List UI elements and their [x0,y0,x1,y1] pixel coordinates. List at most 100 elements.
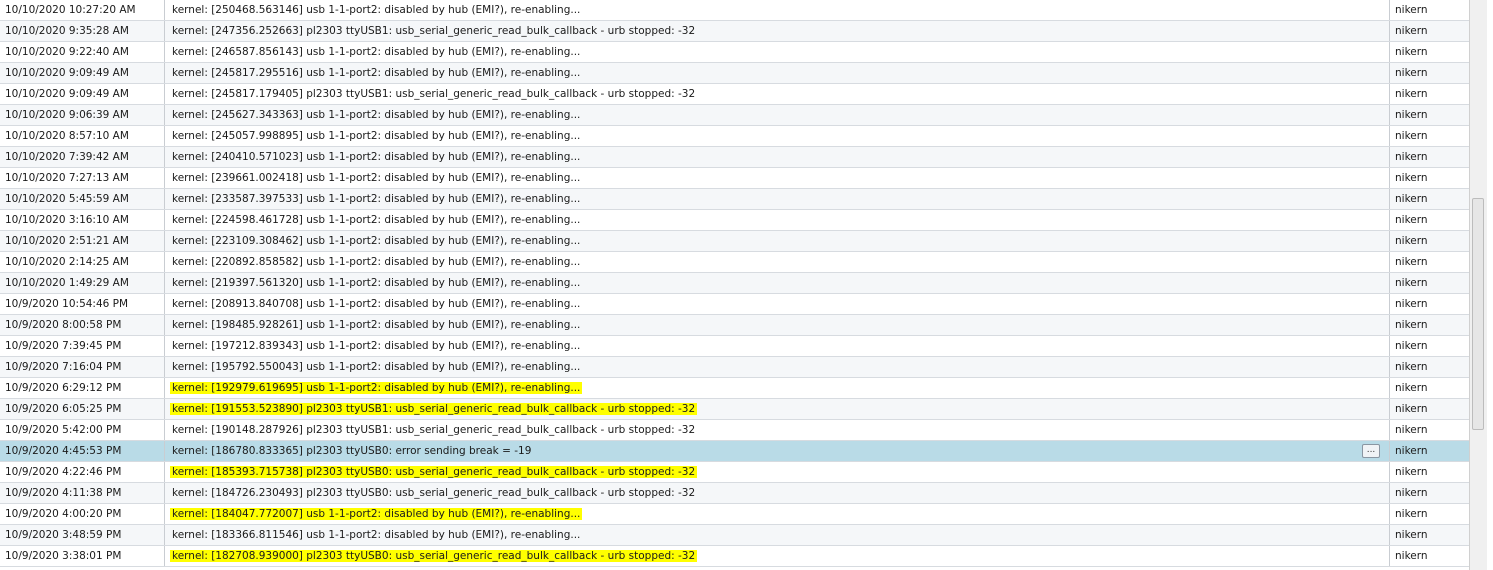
time-cell: 10/10/2020 8:57:10 AM [0,126,165,146]
table-row[interactable]: ... 10/9/2020 4:45:53 PM kernel: [186780.8… [0,441,1469,462]
time-cell: 10/9/2020 4:45:53 PM [0,441,165,461]
table-row[interactable]: 10/9/2020 6:29:12 PM kernel: [192979.6196… [0,378,1469,399]
host-cell: nikern [1395,109,1428,121]
time-cell: 10/10/2020 9:22:40 AM [0,42,165,62]
message-cell: kernel: [247356.252663] pl2303 ttyUSB1: … [165,21,1390,41]
message-cell: kernel: [240410.571023] usb 1-1-port2: d… [165,147,1390,167]
message-text: kernel: [239661.002418] usb 1-1-port2: d… [172,172,581,184]
message-cell: kernel: [190148.287926] pl2303 ttyUSB1: … [165,420,1390,440]
host-cell: nikern [1395,214,1428,226]
table-row[interactable]: 10/10/2020 2:51:21 AM kernel: [223109.308… [0,231,1469,252]
time-cell: 10/9/2020 8:00:58 PM [0,315,165,335]
host-cell: nikern [1395,25,1428,37]
message-text: kernel: [183366.811546] usb 1-1-port2: d… [172,529,581,541]
message-cell: kernel: [184726.230493] pl2303 ttyUSB0: … [165,483,1390,503]
table-row[interactable]: 10/10/2020 9:35:28 AM kernel: [247356.252… [0,21,1469,42]
message-cell: kernel: [245057.998895] usb 1-1-port2: d… [165,126,1390,146]
host-cell: nikern [1395,529,1428,541]
table-row[interactable]: 10/9/2020 4:22:46 PM kernel: [185393.7157… [0,462,1469,483]
time-cell: 10/10/2020 10:27:20 AM [0,0,165,20]
message-text: kernel: [223109.308462] usb 1-1-port2: d… [172,235,581,247]
time-cell: 10/9/2020 5:42:00 PM [0,420,165,440]
host-cell: nikern [1395,88,1428,100]
table-row[interactable]: 10/10/2020 9:09:49 AM kernel: [245817.295… [0,63,1469,84]
highlighted-message-text: kernel: [192979.619695] usb 1-1-port2: d… [170,382,583,394]
message-cell: kernel: [219397.561320] usb 1-1-port2: d… [165,273,1390,293]
message-cell: kernel: [239661.002418] usb 1-1-port2: d… [165,168,1390,188]
time-cell: 10/10/2020 3:16:10 AM [0,210,165,230]
message-text: kernel: [247356.252663] pl2303 ttyUSB1: … [172,25,696,37]
table-row[interactable]: 10/10/2020 2:14:25 AM kernel: [220892.858… [0,252,1469,273]
table-row[interactable]: 10/9/2020 3:48:59 PM kernel: [183366.8115… [0,525,1469,546]
message-cell: kernel: [191553.523890] pl2303 ttyUSB1: … [165,399,1390,419]
table-row[interactable]: 10/10/2020 10:27:20 AM kernel: [250468.56… [0,0,1469,21]
table-row[interactable]: 10/10/2020 8:57:10 AM kernel: [245057.998… [0,126,1469,147]
message-cell: kernel: [185393.715738] pl2303 ttyUSB0: … [165,462,1390,482]
message-cell: kernel: [195792.550043] usb 1-1-port2: d… [165,357,1390,377]
host-cell: nikern [1395,466,1428,478]
vertical-scrollbar[interactable] [1469,0,1487,570]
time-cell: 10/9/2020 3:38:01 PM [0,546,165,566]
table-row[interactable]: 10/10/2020 5:45:59 AM kernel: [233587.397… [0,189,1469,210]
table-row[interactable]: 10/9/2020 4:00:20 PM kernel: [184047.7720… [0,504,1469,525]
time-cell: 10/10/2020 2:51:21 AM [0,231,165,251]
time-cell: 10/10/2020 9:35:28 AM [0,21,165,41]
table-row[interactable]: 10/9/2020 4:11:38 PM kernel: [184726.2304… [0,483,1469,504]
message-cell: kernel: [197212.839343] usb 1-1-port2: d… [165,336,1390,356]
message-text: kernel: [219397.561320] usb 1-1-port2: d… [172,277,581,289]
message-cell: kernel: [246587.856143] usb 1-1-port2: d… [165,42,1390,62]
host-cell: nikern [1395,298,1428,310]
time-cell: 10/9/2020 10:54:46 PM [0,294,165,314]
highlighted-message-text: kernel: [182708.939000] pl2303 ttyUSB0: … [170,550,698,562]
time-cell: 10/9/2020 7:16:04 PM [0,357,165,377]
host-cell: nikern [1395,340,1428,352]
message-cell: kernel: [245627.343363] usb 1-1-port2: d… [165,105,1390,125]
scrollbar-thumb[interactable] [1472,198,1484,430]
table-row[interactable]: 10/9/2020 7:39:45 PM kernel: [197212.8393… [0,336,1469,357]
message-text: kernel: [195792.550043] usb 1-1-port2: d… [172,361,581,373]
table-row[interactable]: 10/10/2020 7:27:13 AM kernel: [239661.002… [0,168,1469,189]
message-text: kernel: [240410.571023] usb 1-1-port2: d… [172,151,581,163]
host-cell: nikern [1395,130,1428,142]
table-row[interactable]: 10/10/2020 9:06:39 AM kernel: [245627.343… [0,105,1469,126]
message-cell: kernel: [223109.308462] usb 1-1-port2: d… [165,231,1390,251]
table-row[interactable]: 10/9/2020 7:16:04 PM kernel: [195792.5500… [0,357,1469,378]
table-row[interactable]: 10/9/2020 8:00:58 PM kernel: [198485.9282… [0,315,1469,336]
message-cell: kernel: [233587.397533] usb 1-1-port2: d… [165,189,1390,209]
message-text: kernel: [250468.563146] usb 1-1-port2: d… [172,4,581,16]
time-cell: 10/10/2020 5:45:59 AM [0,189,165,209]
time-cell: 10/9/2020 3:48:59 PM [0,525,165,545]
message-cell: kernel: [245817.179405] pl2303 ttyUSB1: … [165,84,1390,104]
host-cell: nikern [1395,487,1428,499]
table-row[interactable]: 10/9/2020 5:42:00 PM kernel: [190148.2879… [0,420,1469,441]
time-cell: 10/9/2020 4:00:20 PM [0,504,165,524]
host-cell: nikern [1395,4,1428,16]
host-cell: nikern [1395,403,1428,415]
host-cell: nikern [1395,361,1428,373]
table-row[interactable]: 10/10/2020 9:09:49 AM kernel: [245817.179… [0,84,1469,105]
host-cell: nikern [1395,151,1428,163]
message-text: kernel: [245817.295516] usb 1-1-port2: d… [172,67,581,79]
table-row[interactable]: 10/9/2020 10:54:46 PM kernel: [208913.840… [0,294,1469,315]
table-row[interactable]: 10/9/2020 3:38:01 PM kernel: [182708.9390… [0,546,1469,567]
host-cell: nikern [1395,319,1428,331]
highlighted-message-text: kernel: [191553.523890] pl2303 ttyUSB1: … [170,403,698,415]
host-cell: nikern [1395,235,1428,247]
message-cell: kernel: [184047.772007] usb 1-1-port2: d… [165,504,1390,524]
table-row[interactable]: 10/10/2020 7:39:42 AM kernel: [240410.571… [0,147,1469,168]
table-row[interactable]: 10/10/2020 1:49:29 AM kernel: [219397.561… [0,273,1469,294]
message-cell: kernel: [186780.833365] pl2303 ttyUSB0: … [165,441,1390,461]
time-cell: 10/9/2020 6:29:12 PM [0,378,165,398]
log-grid: 10/10/2020 10:27:20 AM kernel: [250468.56… [0,0,1469,570]
message-text: kernel: [245057.998895] usb 1-1-port2: d… [172,130,581,142]
highlighted-message-text: kernel: [185393.715738] pl2303 ttyUSB0: … [170,466,698,478]
message-text: kernel: [246587.856143] usb 1-1-port2: d… [172,46,581,58]
table-row[interactable]: 10/9/2020 6:05:25 PM kernel: [191553.5238… [0,399,1469,420]
message-cell: kernel: [220892.858582] usb 1-1-port2: d… [165,252,1390,272]
table-row[interactable]: 10/10/2020 9:22:40 AM kernel: [246587.856… [0,42,1469,63]
time-cell: 10/10/2020 7:27:13 AM [0,168,165,188]
message-cell: kernel: [182708.939000] pl2303 ttyUSB0: … [165,546,1390,566]
time-cell: 10/9/2020 7:39:45 PM [0,336,165,356]
host-cell: nikern [1395,277,1428,289]
table-row[interactable]: 10/10/2020 3:16:10 AM kernel: [224598.461… [0,210,1469,231]
